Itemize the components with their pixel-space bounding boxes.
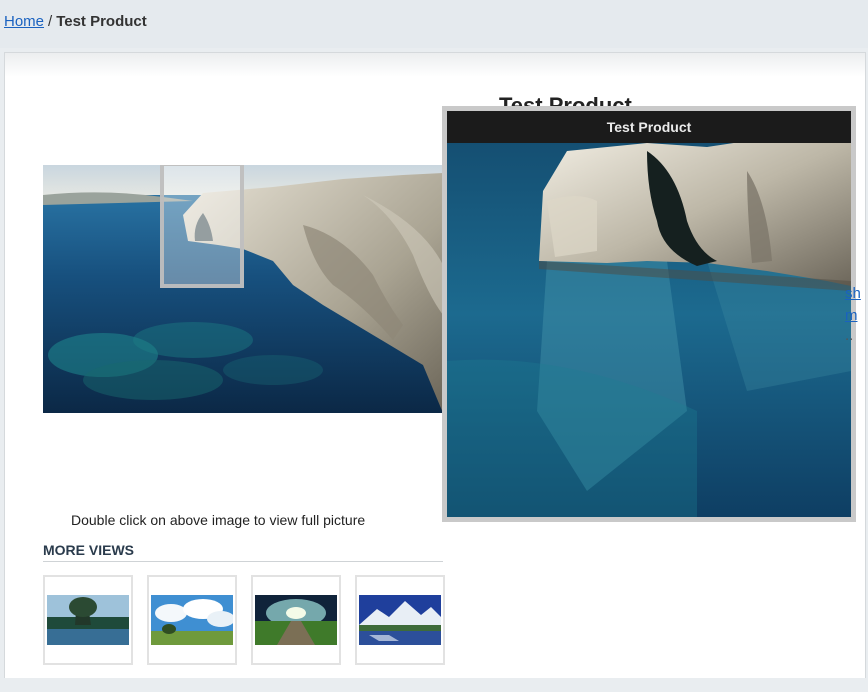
thumbnail-3[interactable] (251, 575, 341, 665)
zoom-window: Test Product (442, 106, 856, 522)
breadcrumb-bar: Home / Test Product (0, 0, 868, 48)
side-link-2[interactable]: m (845, 305, 861, 327)
zoom-window-title: Test Product (447, 111, 851, 143)
cloudy-field-thumbnail-icon (151, 595, 233, 645)
breadcrumb-separator: / (48, 13, 53, 30)
breadcrumb-home-link[interactable]: Home (4, 13, 44, 30)
double-click-hint: Double click on above image to view full… (71, 512, 366, 528)
panel-header-gradient (5, 53, 865, 77)
side-link-1[interactable]: sh (845, 283, 861, 305)
forest-lake-thumbnail-icon (47, 595, 129, 645)
breadcrumb-current: Test Product (56, 13, 147, 30)
green-road-thumbnail-icon (255, 595, 337, 645)
more-views-heading: MORE VIEWS (43, 542, 443, 562)
page-footer-strip (0, 678, 868, 692)
main-product-image[interactable] (43, 165, 443, 413)
product-panel: Test Product (4, 52, 866, 679)
mountain-lake-thumbnail-icon (359, 595, 441, 645)
breadcrumb: Home / Test Product (4, 13, 147, 30)
thumbnail-1[interactable] (43, 575, 133, 665)
side-links: sh m .. (845, 283, 861, 344)
zoomed-coast-image-icon (447, 111, 851, 517)
zoom-lens[interactable] (160, 165, 244, 288)
side-link-more: .. (845, 327, 854, 344)
thumbnail-2[interactable] (147, 575, 237, 665)
thumbnail-4[interactable] (355, 575, 445, 665)
